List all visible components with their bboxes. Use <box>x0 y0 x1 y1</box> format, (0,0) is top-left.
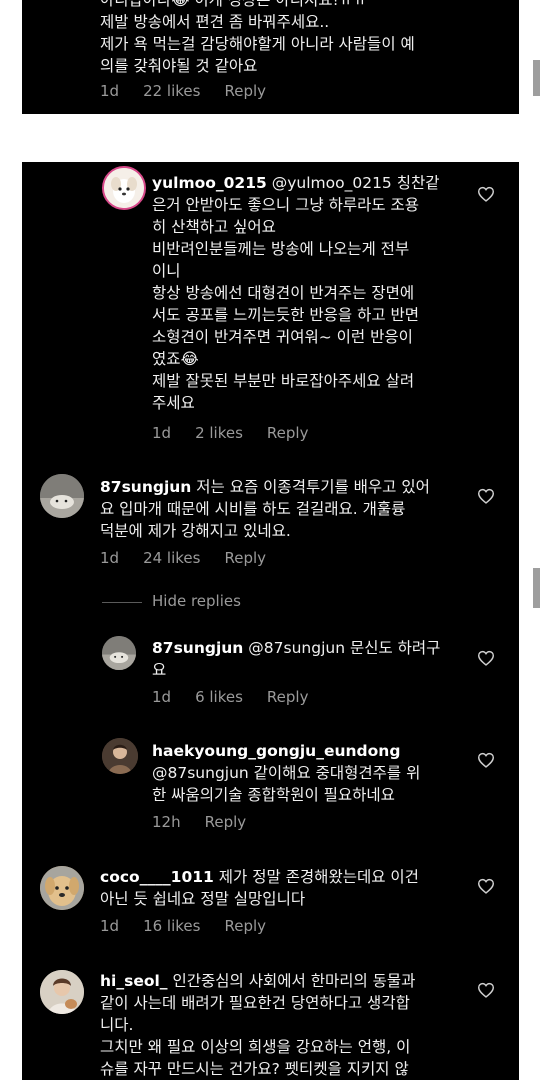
comment-likes[interactable]: 2 likes <box>195 424 243 442</box>
comment-time: 1d <box>152 688 172 706</box>
comment-time: 1d <box>152 424 172 442</box>
avatar[interactable] <box>40 474 84 518</box>
comment-text-line: 제발 방송에서 편견 좀 바꿔주세요.. <box>100 13 330 31</box>
comment-meta: 1d 16 likes Reply <box>100 917 290 935</box>
heart-outline-icon[interactable] <box>477 488 495 504</box>
heart-outline-icon[interactable] <box>477 878 495 894</box>
comment-text-line: 항상 방송에선 대형견이 반겨주는 장면에 <box>152 284 415 302</box>
hide-replies-button[interactable]: Hide replies <box>152 592 241 610</box>
heart-outline-icon[interactable] <box>477 752 495 768</box>
comment-username[interactable]: yulmoo_0215 <box>152 174 267 192</box>
comment-text-line: 니다. <box>100 1016 134 1034</box>
scroll-edge-marker <box>533 60 540 96</box>
comment-text-line: 였죠😂 <box>152 350 199 368</box>
heart-outline-icon[interactable] <box>477 186 495 202</box>
comment-likes[interactable]: 24 likes <box>143 549 200 567</box>
comment-username[interactable]: 87sungjun <box>100 478 191 496</box>
comment-meta: 1d 2 likes Reply <box>152 424 332 442</box>
comment-text-line: 제발 잘못된 부분만 바로잡아주세요 살려 <box>152 372 415 390</box>
comment-text-line: 그치만 왜 필요 이상의 희생을 강요하는 언행, 이 <box>100 1038 411 1056</box>
comment-text-line: yulmoo_0215 @yulmoo_0215 칭찬같 <box>152 174 440 192</box>
comment-time: 1d <box>100 82 120 100</box>
comment-likes[interactable]: 6 likes <box>195 688 243 706</box>
comment-time: 12h <box>152 813 181 831</box>
avatar[interactable] <box>40 970 84 1014</box>
comment-panel-top: 아니잡아라😂 이게 정상은 아니지요!ㅠㅠ 제발 방송에서 편견 좀 바꿔주세요… <box>22 0 519 114</box>
avatar[interactable] <box>102 738 138 774</box>
comment-text-line: 히 산책하고 싶어요 <box>152 218 276 236</box>
comment-likes[interactable]: 22 likes <box>143 82 200 100</box>
hide-replies-divider <box>102 602 142 603</box>
comment-text-line: hi_seol_ 인간중심의 사회에서 한마리의 동물과 <box>100 972 416 990</box>
comment-text-line: 소형견이 반겨주면 귀여워~ 이런 반응이 <box>152 328 413 346</box>
reply-button[interactable]: Reply <box>224 549 266 567</box>
comment-meta: 12h Reply <box>152 813 270 831</box>
comment-username[interactable]: coco____1011 <box>100 868 214 886</box>
comment-text-line: 아닌 듯 쉽네요 정말 실망입니다 <box>100 890 306 908</box>
comment-username[interactable]: haekyoung_gongju_eundong <box>152 742 400 760</box>
reply-button[interactable]: Reply <box>224 917 266 935</box>
comment-username[interactable]: 87sungjun <box>152 639 243 657</box>
comment-time: 1d <box>100 549 120 567</box>
comment-text-line: 같이 사는데 배려가 필요한건 당연하다고 생각합 <box>100 994 410 1012</box>
comment-text-line: haekyoung_gongju_eundong <box>152 740 400 762</box>
comment-meta: 1d 24 likes Reply <box>100 549 290 567</box>
reply-button[interactable]: Reply <box>267 424 309 442</box>
scroll-edge-marker <box>533 568 540 608</box>
comment-text-line: 아니잡아라😂 이게 정상은 아니지요!ㅠㅠ <box>100 0 368 9</box>
comment-likes[interactable]: 16 likes <box>143 917 200 935</box>
comment-text-line: 서도 공포를 느끼는듯한 반응을 하고 반면 <box>152 306 420 324</box>
comment-text-line: 슈를 자꾸 만드시는 건가요? 펫티켓을 지키지 않 <box>100 1060 409 1078</box>
comment-text-line: @87sungjun 같이해요 중대형견주를 위 <box>152 764 421 782</box>
heart-outline-icon[interactable] <box>477 982 495 998</box>
comment-text-line: 요 입마개 때문에 시비를 하도 걸길래요. 개훌륭 <box>100 500 406 518</box>
comment-username[interactable]: hi_seol_ <box>100 972 168 990</box>
comment-text-line: 비반려인분들께는 방송에 나오는게 전부 <box>152 240 410 258</box>
reply-button[interactable]: Reply <box>224 82 266 100</box>
comment-text-line: 의를 갖춰야될 것 같아요 <box>100 57 258 75</box>
reply-button[interactable]: Reply <box>267 688 309 706</box>
comment-panel: yulmoo_0215 @yulmoo_0215 칭찬같 은거 안받아도 좋으니… <box>22 162 519 1080</box>
avatar[interactable] <box>40 866 84 910</box>
comment-text-line: 제가 욕 먹는걸 감당해야할게 아니라 사람들이 예 <box>100 35 415 53</box>
comment-meta: 1d 6 likes Reply <box>152 688 332 706</box>
comment-time: 1d <box>100 917 120 935</box>
comment-meta: 1d 22 likes Reply <box>100 82 290 100</box>
reply-button[interactable]: Reply <box>205 813 247 831</box>
comment-text-line: 주세요 <box>152 394 195 412</box>
comment-text-line: 덕분에 제가 강해지고 있네요. <box>100 522 291 540</box>
comment-text-line: 요 <box>152 661 167 679</box>
avatar[interactable] <box>102 636 136 670</box>
comment-text-line: 한 싸움의기술 종합학원이 필요하네요 <box>152 786 395 804</box>
comment-text-line: 은거 안받아도 좋으니 그냥 하루라도 조용 <box>152 196 420 214</box>
comment-text-line: 87sungjun 저는 요즘 이종격투기를 배우고 있어 <box>100 478 430 496</box>
comment-text-line: 이니 <box>152 262 181 280</box>
comment-text-line: 87sungjun @87sungjun 문신도 하려구 <box>152 639 441 657</box>
comment-text-line: coco____1011 제가 정말 존경해왔는데요 이건 <box>100 868 419 886</box>
avatar[interactable] <box>102 166 146 210</box>
heart-outline-icon[interactable] <box>477 650 495 666</box>
